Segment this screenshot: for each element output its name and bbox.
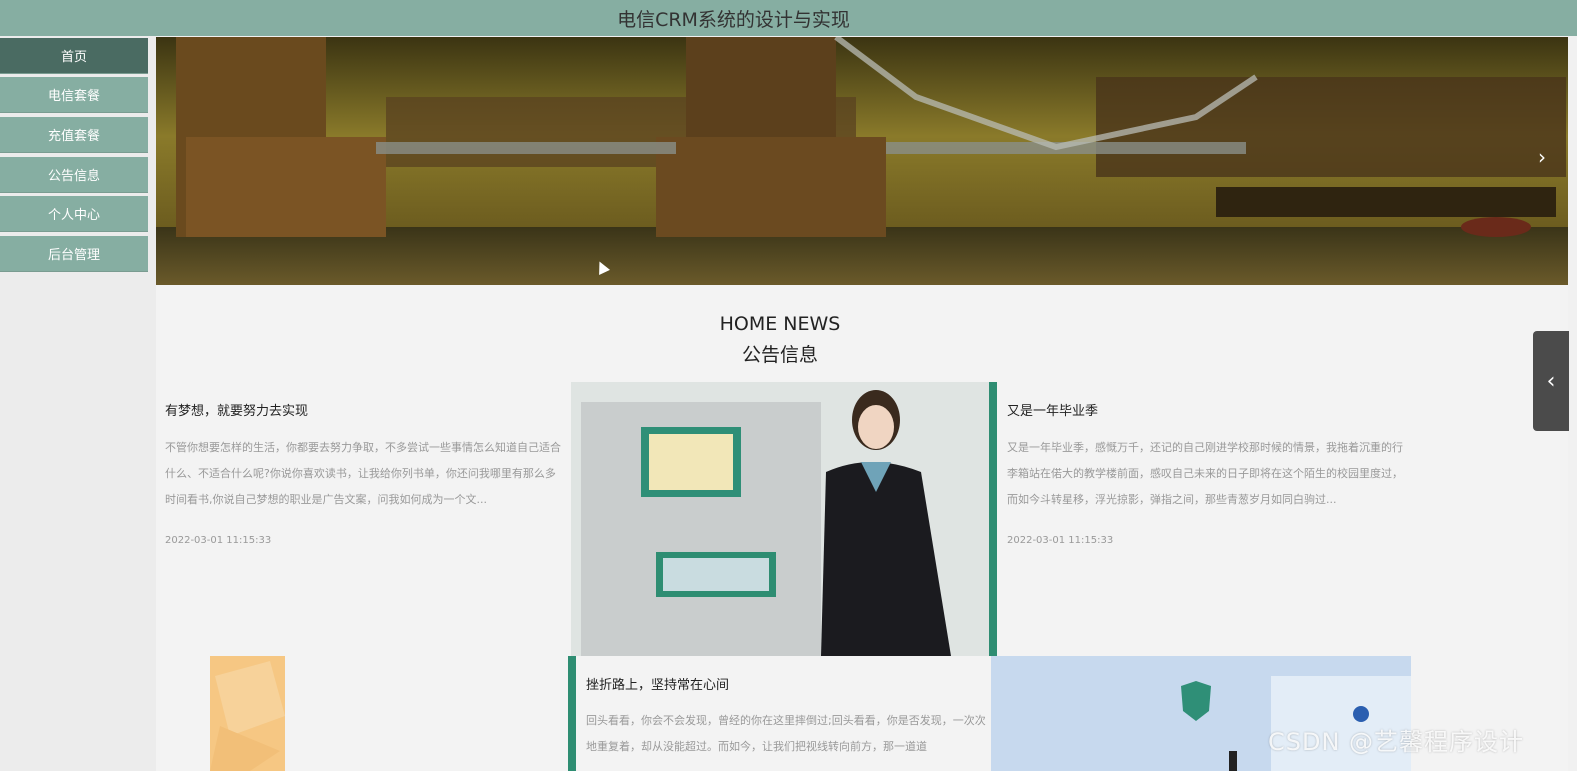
- section-title-cn: 公告信息: [741, 344, 818, 366]
- app-title: 电信CRM系统的设计与实现: [617, 8, 850, 31]
- banner-image: [156, 37, 1568, 285]
- news-image[interactable]: [210, 656, 570, 771]
- watermark-text: CSDN @艺馨程序设计: [1268, 728, 1525, 756]
- nav-item-admin[interactable]: 后台管理: [0, 236, 148, 272]
- news-photo-abstract: [210, 656, 570, 771]
- news-summary: 又是一年毕业季，感慨万千，还记的自己刚进学校那时候的情景，我拖着沉重的行李箱站在…: [1007, 441, 1403, 506]
- news-title[interactable]: 挫折路上，坚持常在心间: [586, 674, 729, 693]
- chevron-left-icon[interactable]: ‹: [1547, 369, 1556, 394]
- nav-item-recharge-packages[interactable]: 充值套餐: [0, 117, 148, 153]
- accent-bar: [989, 382, 997, 656]
- news-image[interactable]: [571, 382, 991, 656]
- news-summary: 不管你想要怎样的生活，你都要去努力争取，不多尝试一些事情怎么知道自己适合什么、不…: [165, 441, 561, 506]
- section-title-en: HOME NEWS: [719, 313, 841, 335]
- news-summary: 回头看看，你会不会发现，曾经的你在这里摔倒过;回头看看，你是否发现，一次次地重复…: [586, 714, 986, 753]
- home-news-section: HOME NEWS 公告信息 有梦想，就要努力去实现 不管你想要怎样的生活，你都…: [156, 285, 1568, 771]
- banner-carousel[interactable]: ›: [156, 37, 1568, 285]
- nav-item-personal-center[interactable]: 个人中心: [0, 196, 148, 232]
- news-date: 2022-03-01 11:15:33: [165, 535, 272, 546]
- nav-item-home[interactable]: 首页: [0, 38, 148, 74]
- chevron-right-icon[interactable]: ›: [1538, 145, 1546, 169]
- side-panel-toggle[interactable]: ‹: [1533, 331, 1569, 431]
- news-title[interactable]: 又是一年毕业季: [1007, 400, 1098, 419]
- news-photo-kiosk: [571, 382, 991, 656]
- accent-bar: [568, 656, 576, 771]
- header-bar: 电信CRM系统的设计与实现: [0, 0, 1577, 36]
- nav-item-announcements[interactable]: 公告信息: [0, 157, 148, 193]
- news-title[interactable]: 有梦想，就要努力去实现: [165, 400, 308, 419]
- nav-item-telecom-packages[interactable]: 电信套餐: [0, 77, 148, 113]
- sidebar-nav: 首页 电信套餐 充值套餐 公告信息 个人中心 后台管理: [0, 36, 156, 771]
- news-date: 2022-03-01 11:15:33: [1007, 535, 1114, 546]
